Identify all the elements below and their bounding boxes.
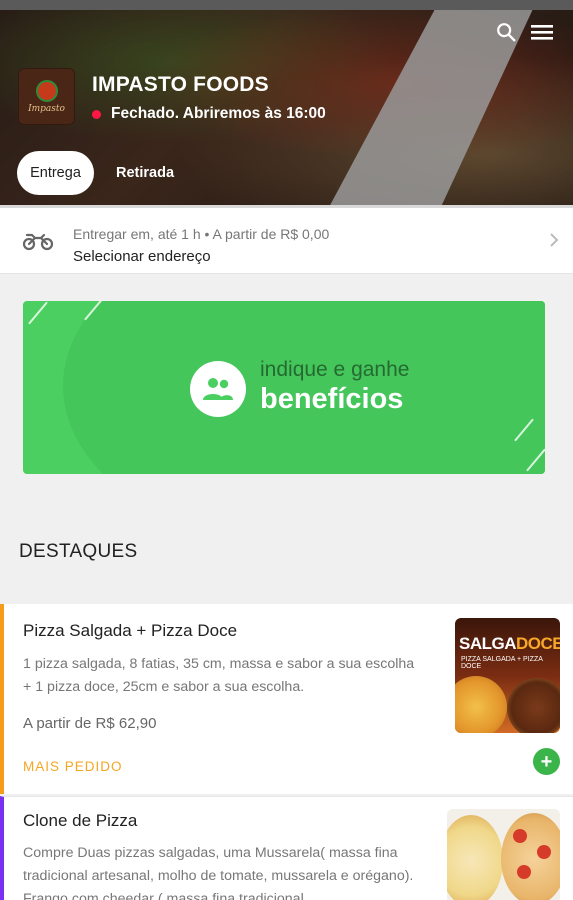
- store-header: Impasto IMPASTO FOODS Fechado. Abriremos…: [0, 0, 573, 205]
- pizza-image: [447, 815, 503, 900]
- product-price: A partir de R$ 62,90: [23, 715, 157, 732]
- pepperoni-image: [517, 865, 531, 879]
- product-card[interactable]: Clone de Pizza Compre Duas pizzas salgad…: [0, 796, 573, 900]
- product-title: Pizza Salgada + Pizza Doce: [23, 621, 238, 640]
- product-card[interactable]: Pizza Salgada + Pizza Doce 1 pizza salga…: [0, 604, 573, 794]
- logo-emblem: [35, 79, 58, 102]
- pepperoni-image: [513, 829, 527, 843]
- delivery-info: Entregar em, até 1 h • A partir de R$ 0,…: [73, 226, 330, 242]
- status-dot-icon: [92, 109, 101, 119]
- product-image: [447, 809, 560, 900]
- select-address-label: Selecionar endereço: [73, 248, 211, 265]
- delivery-address-row[interactable]: Entregar em, até 1 h • A partir de R$ 0,…: [0, 205, 573, 274]
- search-icon[interactable]: [492, 18, 520, 46]
- pizza-image: [455, 676, 507, 733]
- store-name: IMPASTO FOODS: [92, 73, 269, 96]
- image-headline-b: DOCE: [516, 634, 560, 653]
- section-title: DESTAQUES: [19, 541, 138, 562]
- motorcycle-icon: [22, 230, 54, 257]
- pizza-image: [501, 813, 560, 900]
- status-text: Fechado. Abriremos às 16:00: [111, 105, 326, 122]
- product-title: Clone de Pizza: [23, 811, 138, 830]
- tab-retirada[interactable]: Retirada: [104, 151, 186, 195]
- image-headline: SALGADOCE: [459, 634, 560, 654]
- store-logo: Impasto: [18, 68, 75, 125]
- product-description: 1 pizza salgada, 8 fatias, 35 cm, massa …: [23, 656, 415, 695]
- chevron-right-icon: [549, 232, 559, 253]
- banner-line1: indique e ganhe: [260, 358, 410, 381]
- image-headline-a: SALGA: [459, 634, 517, 653]
- product-description: Compre Duas pizzas salgadas, uma Mussare…: [23, 845, 414, 900]
- add-to-cart-button[interactable]: +: [533, 748, 560, 775]
- pepperoni-image: [537, 845, 551, 859]
- store-status: Fechado. Abriremos às 16:00: [92, 105, 326, 123]
- product-image: SALGADOCE PIZZA SALGADA + PIZZA DOCE: [455, 618, 560, 733]
- tab-entrega[interactable]: Entrega: [17, 151, 94, 195]
- product-tag: MAIS PEDIDO: [23, 759, 123, 774]
- people-icon: [190, 361, 246, 417]
- referral-banner[interactable]: indique e ganhe benefícios: [23, 301, 545, 474]
- menu-icon[interactable]: [528, 18, 556, 46]
- banner-stripe: [28, 301, 48, 325]
- image-caption: PIZZA SALGADA + PIZZA DOCE: [461, 656, 543, 670]
- logo-text: Impasto: [28, 103, 65, 114]
- banner-line2: benefícios: [260, 383, 404, 415]
- pizza-image: [507, 678, 560, 733]
